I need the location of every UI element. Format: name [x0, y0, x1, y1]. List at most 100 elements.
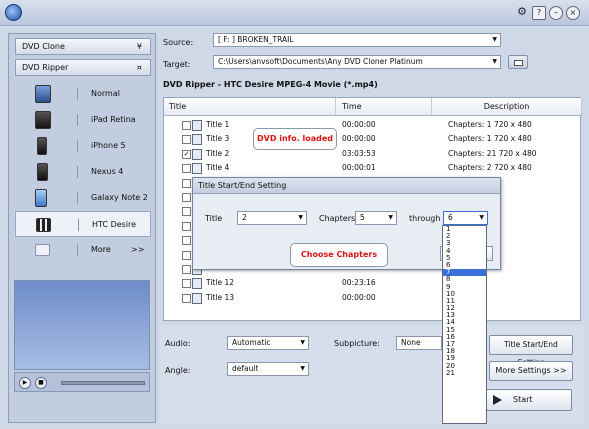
row-checkbox[interactable] — [182, 193, 191, 202]
galaxy-icon — [35, 189, 47, 207]
app-logo-icon — [5, 4, 22, 21]
minimize-button[interactable]: – — [549, 6, 563, 20]
device-galaxy-note-2[interactable]: Galaxy Note 2 — [15, 185, 151, 211]
column-header-time[interactable]: Time — [336, 98, 432, 116]
table-row[interactable]: Title 3 00:00:00 Chapters: 1 720 x 480 — [182, 132, 580, 146]
divider — [77, 192, 78, 204]
table-row[interactable]: Title 1 00:00:00 Chapters: 1 720 x 480 — [182, 118, 580, 132]
row-checkbox[interactable] — [182, 250, 191, 260]
audio-label: Audio: — [165, 339, 191, 348]
table-row[interactable]: ✓ Title 2 03:03:53 Chapters: 21 720 x 480 — [182, 147, 580, 161]
source-value: [ F: ] BROKEN_TRAIL — [218, 35, 294, 44]
dialog-title-label: Title — [205, 214, 223, 223]
row-checkbox[interactable] — [182, 135, 191, 145]
device-ipad-retina[interactable]: iPad Retina — [15, 107, 151, 133]
row-title: Title 2 — [206, 148, 230, 158]
play-icon[interactable]: ▶ — [19, 377, 31, 389]
device-label: Nexus 4 — [91, 167, 124, 176]
row-title: Title 13 — [206, 292, 235, 302]
column-header-title[interactable]: Title — [164, 98, 336, 116]
more-settings-button[interactable]: More Settings >> — [489, 361, 573, 381]
dvd-clone-header[interactable]: DVD Clone ¥ — [15, 38, 151, 55]
divider — [77, 114, 78, 126]
file-icon — [192, 163, 202, 175]
row-checkbox[interactable] — [182, 221, 191, 231]
row-checkbox[interactable] — [182, 164, 191, 174]
start-button[interactable]: Start — [486, 389, 572, 411]
chapters-end-select[interactable]: 6 ▼ — [443, 211, 488, 225]
angle-value: default — [232, 364, 259, 373]
column-header-description[interactable]: Description — [432, 98, 582, 116]
video-preview — [14, 280, 150, 370]
through-label: through — [409, 214, 441, 223]
audio-select[interactable]: Automatic ▼ — [227, 336, 309, 350]
device-normal[interactable]: Normal — [15, 81, 151, 107]
row-checkbox[interactable] — [182, 265, 191, 274]
help-button[interactable]: ? — [532, 6, 546, 20]
dialog-title: Title Start/End Setting — [193, 178, 500, 194]
chapters-end-value: 6 — [448, 213, 453, 222]
chapter-end-dropdown-list[interactable]: 1 2 3 4 5 6 7 8 9 10 11 12 13 14 15 16 17 18 19 20 21 — [442, 225, 487, 424]
chevron-down-icon: ▼ — [388, 214, 393, 221]
device-more[interactable]: More >> — [15, 237, 151, 263]
ipad-icon — [35, 111, 51, 129]
divider — [77, 166, 78, 178]
row-time: 00:23:16 — [342, 278, 376, 288]
row-time: 00:00:00 — [342, 120, 376, 129]
start-label: Start — [513, 395, 533, 404]
chevron-down-icon: ¥ — [136, 42, 142, 51]
target-select[interactable]: C:\Users\anvsoft\Documents\Any DVD Clone… — [213, 55, 501, 69]
divider — [77, 88, 78, 100]
dvd-ripper-header[interactable]: DVD Ripper ¤ — [15, 59, 151, 76]
row-checkbox[interactable] — [182, 178, 191, 188]
chevron-down-icon: ▼ — [300, 339, 305, 346]
row-description: Chapters: 1 720 x 480 — [448, 134, 532, 144]
seek-slider[interactable] — [61, 381, 145, 385]
source-select[interactable]: [ F: ] BROKEN_TRAIL ▼ — [213, 33, 501, 47]
device-htc-desire[interactable]: HTC Desire — [15, 211, 151, 237]
chapters-start-select[interactable]: 5 ▼ — [355, 211, 397, 225]
divider — [78, 219, 79, 231]
player-controls: ▶ ■ — [14, 372, 150, 392]
subpicture-value: None — [401, 338, 421, 347]
row-checkbox[interactable] — [182, 279, 191, 289]
target-value: C:\Users\anvsoft\Documents\Any DVD Clone… — [218, 57, 423, 66]
device-label: HTC Desire — [92, 220, 137, 229]
device-label: Normal — [91, 89, 120, 98]
row-checkbox[interactable]: ✓ — [182, 149, 191, 159]
device-nexus-4[interactable]: Nexus 4 — [15, 159, 151, 185]
table-row[interactable]: Title 1300:00:00720 x 480 — [182, 291, 580, 305]
file-icon — [192, 278, 202, 290]
stop-icon[interactable]: ■ — [35, 377, 47, 389]
row-checkbox[interactable] — [182, 293, 191, 303]
browse-folder-button[interactable] — [508, 55, 528, 69]
chapters-start-value: 5 — [360, 213, 365, 222]
row-checkbox[interactable] — [182, 236, 191, 246]
table-row[interactable]: Title 4 00:00:01 Chapters: 2 720 x 480 — [182, 161, 580, 175]
subpicture-select[interactable]: None — [396, 336, 442, 350]
dvd-clone-label: DVD Clone — [22, 42, 65, 51]
close-button[interactable]: × — [566, 6, 580, 20]
dropdown-option[interactable]: 21 — [443, 369, 486, 377]
chevron-up-icon: ¤ — [136, 63, 142, 72]
title-select[interactable]: 2 ▼ — [237, 211, 307, 225]
device-label: iPad Retina — [91, 115, 136, 124]
title-bar: ⚙ ? – × — [0, 0, 589, 26]
settings-gear-icon[interactable]: ⚙ — [515, 6, 529, 20]
row-checkbox[interactable] — [182, 207, 191, 217]
device-label: iPhone 5 — [91, 141, 126, 150]
row-time: 00:00:01 — [342, 163, 376, 173]
device-iphone-5[interactable]: iPhone 5 — [15, 133, 151, 159]
title-start-end-setting-button[interactable]: Title Start/End Setting — [489, 335, 573, 367]
row-title: Title 1 — [206, 120, 230, 129]
table-row[interactable]: Title 1200:23:16720 x 480 — [182, 276, 580, 290]
title-select-value: 2 — [242, 213, 247, 222]
choose-chapters-callout: Choose Chapters — [290, 243, 388, 267]
target-label: Target: — [163, 60, 191, 69]
row-checkbox[interactable] — [182, 121, 191, 130]
chevron-down-icon: ▼ — [492, 58, 497, 65]
angle-select[interactable]: default ▼ — [227, 362, 309, 376]
dvd-info-callout: DVD info. loaded — [253, 128, 337, 150]
chapters-label: Chapters — [319, 214, 356, 223]
file-icon — [192, 292, 202, 304]
